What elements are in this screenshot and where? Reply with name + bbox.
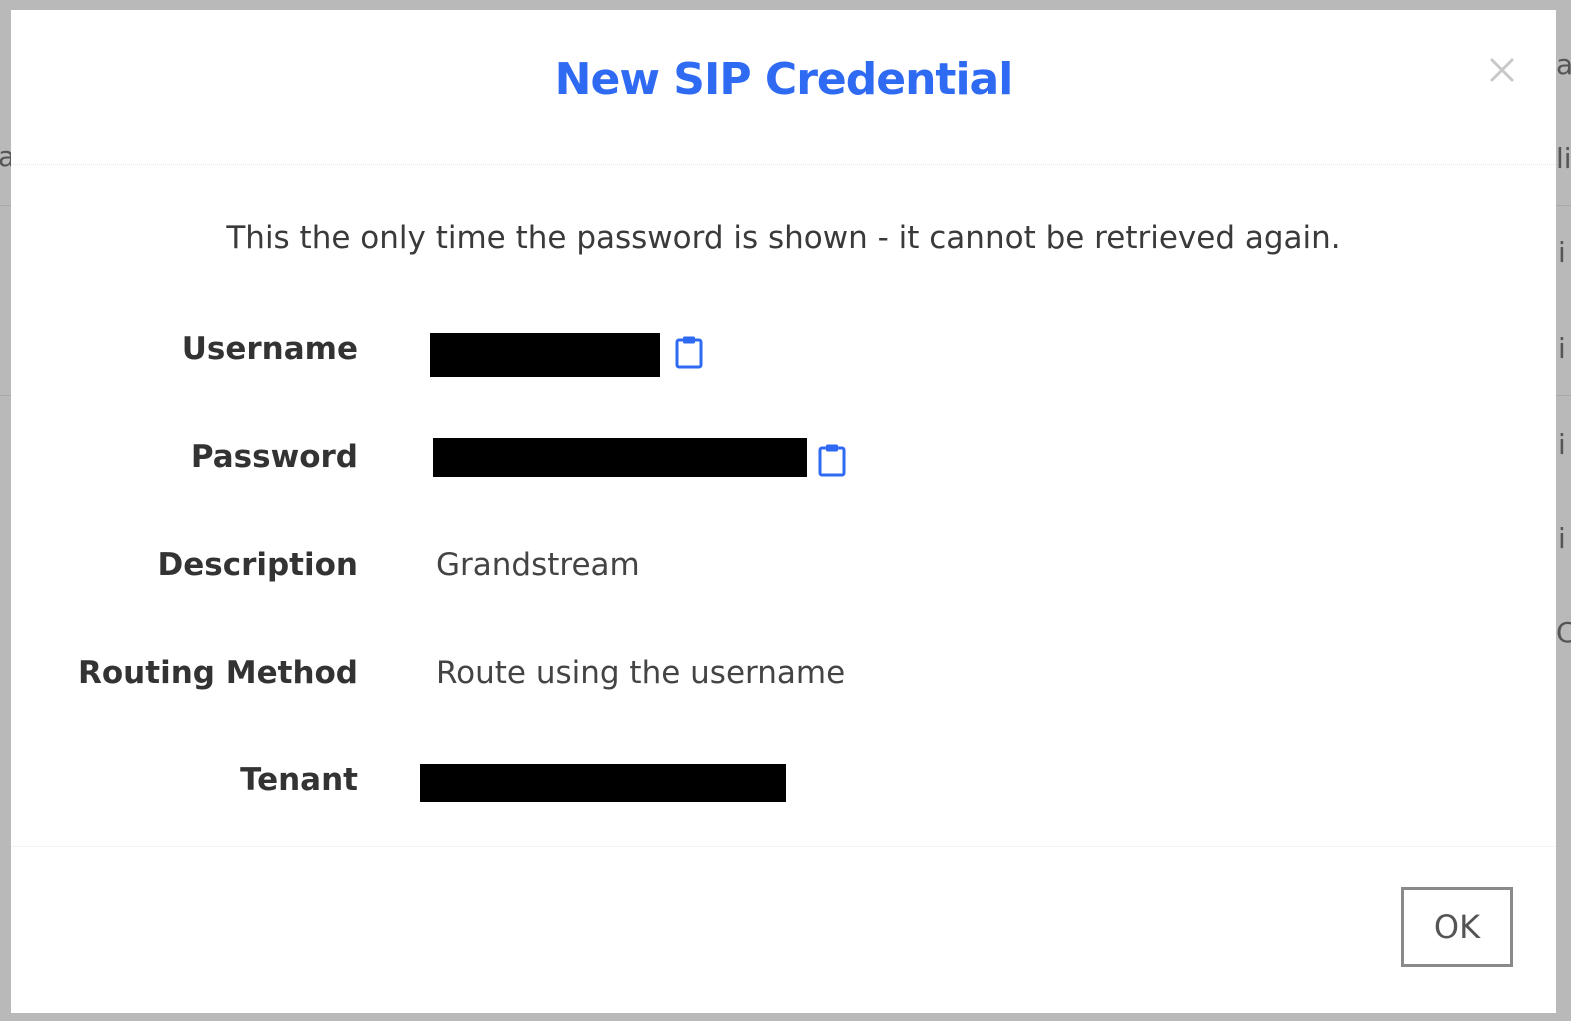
ok-button[interactable]: OK [1401,887,1513,967]
close-icon[interactable] [1488,56,1516,84]
background-text: i [1558,236,1566,269]
clipboard-icon[interactable] [674,335,704,369]
routing-method-label: Routing Method [78,655,358,691]
dialog-footer-divider [11,846,1556,847]
tenant-label: Tenant [240,762,358,798]
username-value-redacted [430,333,660,377]
sip-credential-dialog: New SIP Credential This the only time th… [11,10,1556,1013]
description-value: Grandstream [436,547,640,583]
dialog-title: New SIP Credential [554,54,1014,105]
dialog-header: New SIP Credential [11,10,1556,165]
password-value-redacted [433,438,807,477]
background-text: li [1556,142,1571,175]
password-notice: This the only time the password is shown… [226,220,1341,256]
background-text: i [1558,428,1566,461]
clipboard-icon[interactable] [817,443,847,477]
background-text: i [1558,522,1566,555]
username-label: Username [181,331,358,367]
background-text: i [1558,332,1566,365]
background-text: a [1556,48,1571,81]
routing-method-value: Route using the username [436,655,846,691]
description-label: Description [157,547,358,583]
background-text: C [1556,616,1571,649]
password-label: Password [190,439,358,475]
tenant-value-redacted [420,764,786,802]
